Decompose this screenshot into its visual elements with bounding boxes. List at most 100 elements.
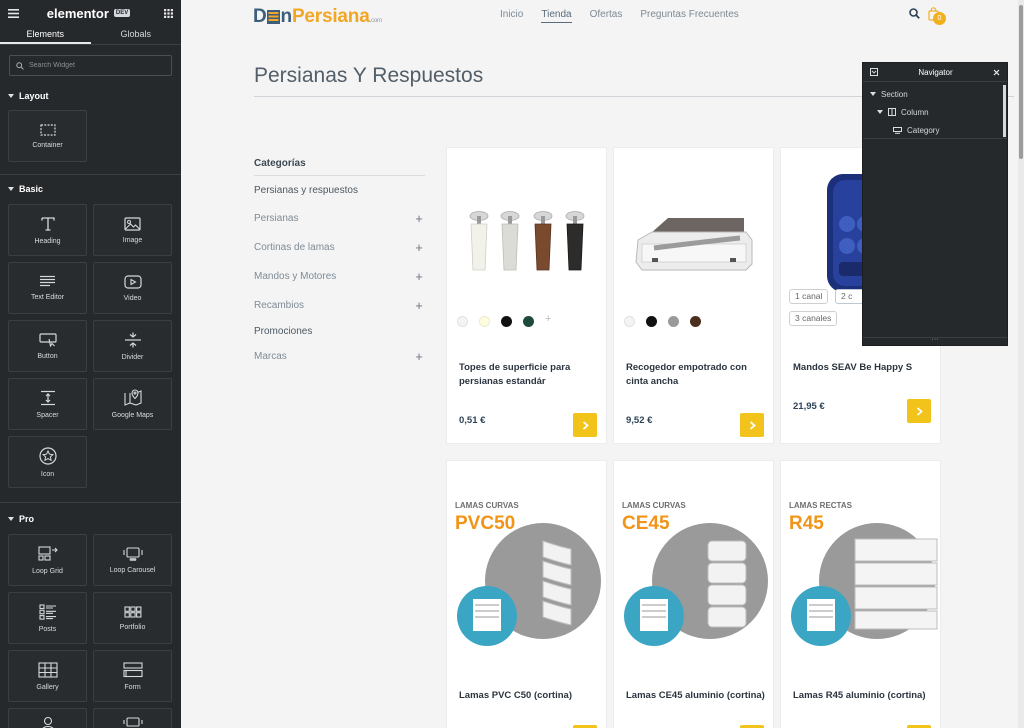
collapse-all-icon[interactable] — [870, 68, 878, 76]
more-colors-icon[interactable]: + — [545, 313, 551, 325]
widget-container[interactable]: Container — [8, 110, 87, 162]
expand-plus-icon[interactable]: + — [413, 211, 425, 226]
expand-plus-icon[interactable]: + — [413, 349, 425, 364]
widget-posts[interactable]: Posts — [8, 592, 87, 644]
category-layout-header[interactable]: Layout — [0, 88, 181, 104]
nav-preguntas-frecuentes[interactable]: Preguntas Frecuentes — [640, 9, 738, 23]
spacer-icon — [39, 390, 57, 406]
category-item[interactable]: Persianas y respuestos — [254, 176, 425, 204]
search-widget-input[interactable] — [29, 62, 159, 69]
main-nav: Inicio Tienda Ofertas Preguntas Frecuent… — [500, 9, 757, 23]
page-scrollbar[interactable] — [1018, 0, 1024, 728]
variant-option[interactable]: 3 canales — [789, 311, 838, 326]
color-swatch[interactable] — [523, 316, 534, 327]
color-swatch[interactable] — [646, 316, 657, 327]
logo-text-persiana: Persiana — [291, 6, 370, 27]
widget-form[interactable]: Form — [93, 650, 172, 702]
product-name[interactable]: Recogedor empotrado con cinta ancha — [626, 361, 747, 389]
product-image — [791, 523, 938, 646]
nav-ofertas[interactable]: Ofertas — [590, 9, 623, 23]
color-swatch[interactable] — [668, 316, 679, 327]
widget-icon[interactable]: Icon — [8, 436, 87, 488]
navigator-item-category[interactable]: Category — [863, 121, 1007, 139]
product-name[interactable]: Lamas CE45 aluminio (cortina) — [626, 689, 765, 703]
widget-video[interactable]: Video — [93, 262, 172, 314]
category-basic-header[interactable]: Basic — [0, 181, 181, 197]
product-name[interactable]: Topes de superficie para persianas estand… — [459, 361, 570, 389]
widget-divider[interactable]: Divider — [93, 320, 172, 372]
category-item[interactable]: Cortinas de lamas + — [254, 233, 425, 262]
category-item[interactable]: Marcas + — [254, 342, 425, 371]
caret-down-icon — [870, 92, 876, 96]
category-label: Basic — [19, 184, 44, 194]
add-to-cart-button[interactable] — [740, 413, 764, 437]
widget-login[interactable] — [8, 708, 87, 728]
widget-button[interactable]: Button — [8, 320, 87, 372]
product-name[interactable]: Mandos SEAV Be Happy S — [793, 361, 912, 375]
widget-image[interactable]: Image — [93, 204, 172, 256]
widget-search[interactable] — [9, 55, 172, 76]
close-icon[interactable] — [993, 69, 1000, 76]
expand-plus-icon[interactable]: + — [413, 298, 425, 313]
panel-header: elementor DEV — [0, 0, 181, 26]
gallery-icon — [37, 661, 58, 678]
navigator-item-column[interactable]: Column — [863, 103, 1007, 121]
nav-tienda[interactable]: Tienda — [541, 9, 572, 23]
logo-text-n: n — [280, 6, 293, 27]
search-icon[interactable] — [909, 8, 920, 19]
add-to-cart-button[interactable] — [573, 413, 597, 437]
site-header: DnPersiana.com Inicio Tienda Ofertas Pre… — [181, 0, 1018, 32]
hamburger-menu-icon[interactable] — [8, 8, 19, 18]
color-swatch[interactable] — [457, 316, 468, 327]
navigator-resize-handle[interactable]: ··· — [863, 336, 1007, 345]
add-to-cart-button[interactable] — [907, 399, 931, 423]
category-item[interactable]: Recambios + — [254, 291, 425, 320]
expand-plus-icon[interactable]: + — [413, 269, 425, 284]
widget-loop-carousel[interactable]: Loop Carousel — [93, 534, 172, 586]
product-card[interactable]: + Topes de superficie para persianas esta… — [446, 147, 607, 444]
product-price: 21,95 € — [793, 401, 825, 412]
product-name-line: cinta ancha — [626, 376, 679, 387]
widget-portfolio[interactable]: Portfolio — [93, 592, 172, 644]
apps-grid-icon[interactable] — [163, 8, 173, 18]
color-swatch[interactable] — [501, 316, 512, 327]
product-name[interactable]: Lamas R45 aluminio (cortina) — [793, 689, 926, 703]
site-logo[interactable]: DnPersiana.com — [253, 6, 382, 28]
category-item[interactable]: Promociones — [254, 320, 425, 342]
scrollbar-thumb[interactable] — [1019, 5, 1023, 159]
product-card[interactable]: LAMAS RECTAS R45 Lamas R45 aluminio (cor… — [780, 460, 941, 728]
widget-spacer[interactable]: Spacer — [8, 378, 87, 430]
category-item[interactable]: Mandos y Motores + — [254, 262, 425, 291]
color-swatch[interactable] — [624, 316, 635, 327]
variant-option[interactable]: 1 canal — [789, 289, 829, 304]
navigator-item-section[interactable]: Section — [863, 85, 1007, 103]
category-pro-header[interactable]: Pro — [0, 511, 181, 527]
portfolio-icon — [123, 605, 142, 618]
dev-badge: DEV — [113, 9, 131, 17]
category-item[interactable]: Persianas + — [254, 204, 425, 233]
product-image — [457, 523, 601, 646]
widget-slides[interactable] — [93, 708, 172, 728]
product-card[interactable]: LAMAS CURVAS PVC50 Lamas PVC C50 (cortin… — [446, 460, 607, 728]
nav-inicio[interactable]: Inicio — [500, 9, 523, 23]
product-card[interactable]: Recogedor empotrado con cinta ancha 9,52 … — [613, 147, 774, 444]
widget-gallery[interactable]: Gallery — [8, 650, 87, 702]
tab-elements[interactable]: Elements — [0, 26, 91, 44]
widget-loop-grid[interactable]: Loop Grid — [8, 534, 87, 586]
widget-google-maps[interactable]: Google Maps — [93, 378, 172, 430]
tab-globals[interactable]: Globals — [91, 26, 182, 44]
product-card[interactable]: LAMAS CURVAS CE45 Lamas CE45 aluminio (c… — [613, 460, 774, 728]
widget-label: Google Maps — [111, 412, 154, 419]
navigator-scrollbar[interactable] — [1003, 85, 1006, 137]
expand-plus-icon[interactable]: + — [413, 240, 425, 255]
category-label: Recambios — [254, 300, 305, 311]
widget-heading[interactable]: Heading — [8, 204, 87, 256]
color-swatch[interactable] — [479, 316, 490, 327]
product-name-line: persianas estandár — [459, 376, 546, 387]
navigator-header[interactable]: Navigator — [863, 63, 1007, 82]
widget-text-editor[interactable]: Text Editor — [8, 262, 87, 314]
lamas-type-label: LAMAS CURVAS — [455, 501, 519, 510]
product-name[interactable]: Lamas PVC C50 (cortina) — [459, 689, 572, 703]
button-icon — [38, 332, 57, 347]
color-swatch[interactable] — [690, 316, 701, 327]
